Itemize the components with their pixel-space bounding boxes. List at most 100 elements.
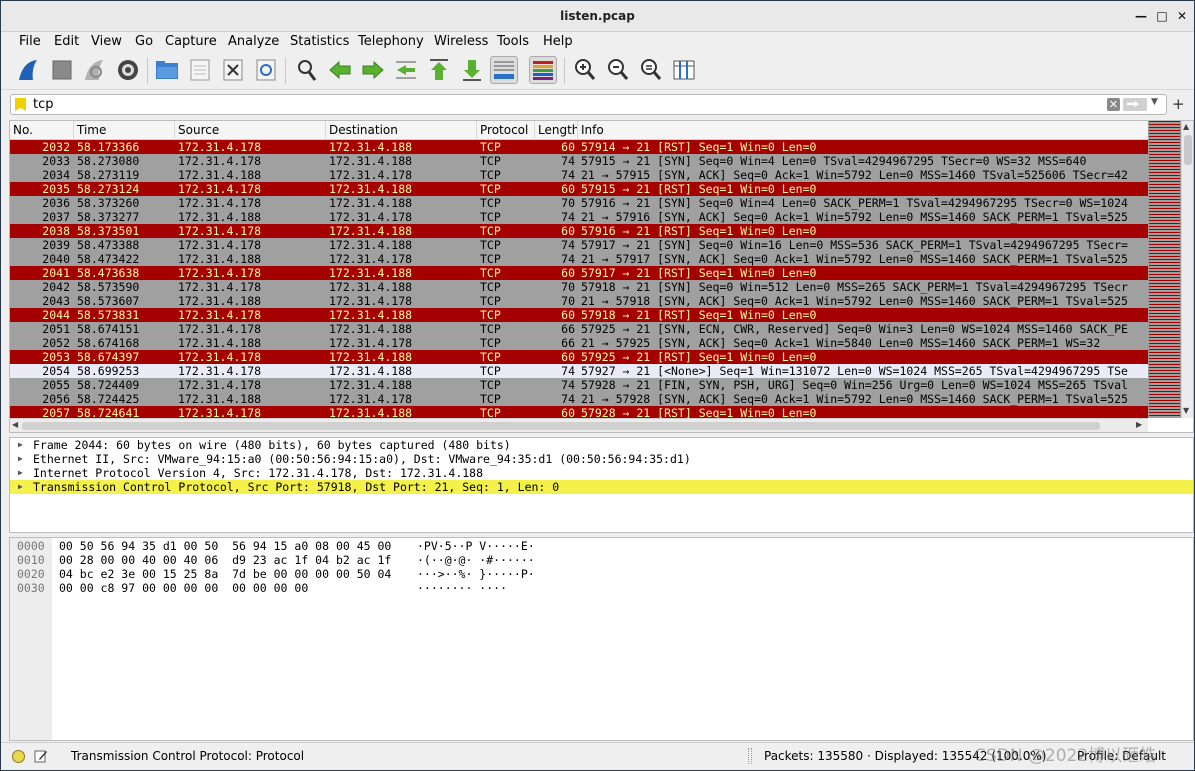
packet-row[interactable]: 2035 58.273124 172.31.4.178 172.31.4.188 TCP… bbox=[10, 182, 1148, 196]
packet-row[interactable]: 2037 58.373277 172.31.4.188 172.31.4.178 TCP… bbox=[10, 210, 1148, 224]
open-file-icon[interactable] bbox=[153, 56, 181, 84]
close-icon[interactable]: ✕ bbox=[1175, 9, 1189, 23]
zoom-normal-icon[interactable] bbox=[637, 56, 665, 84]
packet-row[interactable]: 2041 58.473638 172.31.4.178 172.31.4.188 TCP… bbox=[10, 266, 1148, 280]
menu-capture[interactable]: Capture bbox=[165, 34, 217, 49]
menu-go[interactable]: Go bbox=[135, 34, 153, 49]
packet-row[interactable]: 2051 58.674151 172.31.4.178 172.31.4.188 TCP… bbox=[10, 322, 1148, 336]
packet-row[interactable]: 2052 58.674168 172.31.4.188 172.31.4.178 TCP… bbox=[10, 336, 1148, 350]
byte-ascii[interactable]: ········ ···· bbox=[417, 581, 507, 595]
packet-row[interactable]: 2044 58.573831 172.31.4.178 172.31.4.188 TCP… bbox=[10, 308, 1148, 322]
save-file-icon[interactable] bbox=[186, 56, 214, 84]
resize-columns-icon[interactable] bbox=[670, 56, 698, 84]
status-splitter[interactable] bbox=[748, 748, 752, 764]
cell-time: 58.674168 bbox=[77, 336, 140, 350]
go-to-packet-icon[interactable] bbox=[392, 56, 420, 84]
capture-options-icon[interactable] bbox=[114, 56, 142, 84]
find-packet-icon[interactable] bbox=[293, 56, 321, 84]
packet-row[interactable]: 2054 58.699253 172.31.4.178 172.31.4.188 TCP… bbox=[10, 364, 1148, 378]
colorize-icon[interactable] bbox=[529, 56, 557, 84]
zoom-in-icon[interactable] bbox=[571, 56, 599, 84]
menu-help[interactable]: Help bbox=[543, 34, 573, 49]
detail-tcp[interactable]: ▶ Transmission Control Protocol, Src Por… bbox=[10, 480, 1193, 494]
menu-statistics[interactable]: Statistics bbox=[290, 34, 349, 49]
clear-filter-icon[interactable]: ✕ bbox=[1107, 98, 1120, 111]
apply-filter-icon[interactable] bbox=[1123, 98, 1147, 111]
close-file-icon[interactable] bbox=[219, 56, 247, 84]
go-last-icon[interactable] bbox=[458, 56, 486, 84]
detail-ethernet[interactable]: ▶ Ethernet II, Src: VMware_94:15:a0 (00:… bbox=[10, 452, 1193, 466]
byte-hex[interactable]: 04 bc e2 3e 00 15 25 8a 7d be 00 00 00 0… bbox=[59, 567, 391, 581]
auto-scroll-icon[interactable] bbox=[490, 56, 518, 84]
display-filter-input[interactable] bbox=[33, 96, 1093, 113]
column-info[interactable]: Info bbox=[578, 121, 1148, 140]
expand-arrow-icon[interactable]: ▶ bbox=[18, 480, 23, 494]
column-length[interactable]: Length bbox=[535, 121, 578, 140]
byte-ascii[interactable]: ·PV·5··P V·····E· bbox=[417, 539, 535, 553]
cell-info: 57918 → 21 [RST] Seq=1 Win=0 Len=0 bbox=[581, 308, 817, 322]
column-time[interactable]: Time bbox=[74, 121, 175, 140]
scroll-down-icon[interactable]: ▼ bbox=[1183, 406, 1189, 415]
column-no[interactable]: No. bbox=[10, 121, 74, 140]
filter-history-dropdown-icon[interactable]: ▼ bbox=[1151, 97, 1158, 107]
go-forward-icon[interactable] bbox=[359, 56, 387, 84]
expand-arrow-icon[interactable]: ▶ bbox=[18, 438, 23, 452]
packet-row[interactable]: 2040 58.473422 172.31.4.188 172.31.4.178 TCP… bbox=[10, 252, 1148, 266]
menu-view[interactable]: View bbox=[91, 34, 122, 49]
packet-row[interactable]: 2057 58.724641 172.31.4.178 172.31.4.188 TCP… bbox=[10, 406, 1148, 418]
expand-arrow-icon[interactable]: ▶ bbox=[18, 452, 23, 466]
restart-capture-icon[interactable] bbox=[81, 56, 109, 84]
start-capture-icon[interactable] bbox=[15, 56, 43, 84]
vertical-scrollbar[interactable]: ▲ ▼ bbox=[1181, 121, 1193, 418]
horizontal-scrollbar[interactable]: ◀ ▶ bbox=[10, 418, 1148, 432]
expert-info-icon[interactable] bbox=[12, 750, 25, 763]
byte-hex[interactable]: 00 28 00 00 40 00 40 06 d9 23 ac 1f 04 b… bbox=[59, 553, 391, 567]
cell-no: 2036 bbox=[42, 196, 70, 210]
packet-row[interactable]: 2053 58.674397 172.31.4.178 172.31.4.188 TCP… bbox=[10, 350, 1148, 364]
packet-row[interactable]: 2032 58.173366 172.31.4.178 172.31.4.188 TCP… bbox=[10, 140, 1148, 154]
packet-row[interactable]: 2034 58.273119 172.31.4.188 172.31.4.178 TCP… bbox=[10, 168, 1148, 182]
packet-row[interactable]: 2038 58.373501 172.31.4.178 172.31.4.188 TCP… bbox=[10, 224, 1148, 238]
stop-capture-icon[interactable] bbox=[48, 56, 76, 84]
scroll-left-icon[interactable]: ◀ bbox=[12, 420, 18, 429]
minimize-icon[interactable]: — bbox=[1134, 9, 1148, 23]
detail-ip[interactable]: ▶ Internet Protocol Version 4, Src: 172.… bbox=[10, 466, 1193, 480]
packet-row[interactable]: 2042 58.573590 172.31.4.178 172.31.4.188 TCP… bbox=[10, 280, 1148, 294]
packet-row[interactable]: 2033 58.273080 172.31.4.178 172.31.4.188 TCP… bbox=[10, 154, 1148, 168]
maximize-icon[interactable]: □ bbox=[1155, 9, 1169, 23]
vertical-scroll-thumb[interactable] bbox=[1184, 135, 1192, 165]
add-filter-button-icon[interactable]: + bbox=[1172, 95, 1185, 113]
expand-arrow-icon[interactable]: ▶ bbox=[18, 466, 23, 480]
column-protocol[interactable]: Protocol bbox=[477, 121, 535, 140]
menu-edit[interactable]: Edit bbox=[54, 34, 79, 49]
packet-row[interactable]: 2039 58.473388 172.31.4.178 172.31.4.188 TCP… bbox=[10, 238, 1148, 252]
menu-telephony[interactable]: Telephony bbox=[358, 34, 424, 49]
column-destination[interactable]: Destination bbox=[326, 121, 477, 140]
zoom-out-icon[interactable] bbox=[604, 56, 632, 84]
packet-row[interactable]: 2036 58.373260 172.31.4.178 172.31.4.188 TCP… bbox=[10, 196, 1148, 210]
go-back-icon[interactable] bbox=[326, 56, 354, 84]
packet-row[interactable]: 2043 58.573607 172.31.4.188 172.31.4.178 TCP… bbox=[10, 294, 1148, 308]
menu-tools[interactable]: Tools bbox=[497, 34, 529, 49]
scroll-up-icon[interactable]: ▲ bbox=[1183, 122, 1189, 131]
byte-ascii[interactable]: ···>··%· }·····P· bbox=[417, 567, 535, 581]
packet-row[interactable]: 2055 58.724409 172.31.4.178 172.31.4.188 TCP… bbox=[10, 378, 1148, 392]
reload-file-icon[interactable] bbox=[252, 56, 280, 84]
packet-row[interactable]: 2056 58.724425 172.31.4.188 172.31.4.178 TCP… bbox=[10, 392, 1148, 406]
detail-text: Transmission Control Protocol, Src Port:… bbox=[33, 480, 560, 494]
packet-minimap[interactable] bbox=[1148, 121, 1181, 418]
capture-comment-icon[interactable] bbox=[34, 749, 48, 763]
cell-source: 172.31.4.188 bbox=[178, 294, 262, 308]
filter-bookmark-icon[interactable] bbox=[15, 98, 26, 111]
detail-frame[interactable]: ▶ Frame 2044: 60 bytes on wire (480 bits… bbox=[10, 438, 1193, 452]
byte-ascii[interactable]: ·(··@·@· ·#······ bbox=[417, 553, 535, 567]
menu-wireless[interactable]: Wireless bbox=[434, 34, 488, 49]
horizontal-scroll-thumb[interactable] bbox=[22, 422, 1100, 430]
byte-hex[interactable]: 00 50 56 94 35 d1 00 50 56 94 15 a0 08 0… bbox=[59, 539, 391, 553]
scroll-right-icon[interactable]: ▶ bbox=[1136, 420, 1142, 429]
byte-hex[interactable]: 00 00 c8 97 00 00 00 00 00 00 00 00 bbox=[59, 581, 308, 595]
go-first-icon[interactable] bbox=[425, 56, 453, 84]
menu-analyze[interactable]: Analyze bbox=[228, 34, 279, 49]
menu-file[interactable]: File bbox=[19, 34, 41, 49]
column-source[interactable]: Source bbox=[175, 121, 326, 140]
